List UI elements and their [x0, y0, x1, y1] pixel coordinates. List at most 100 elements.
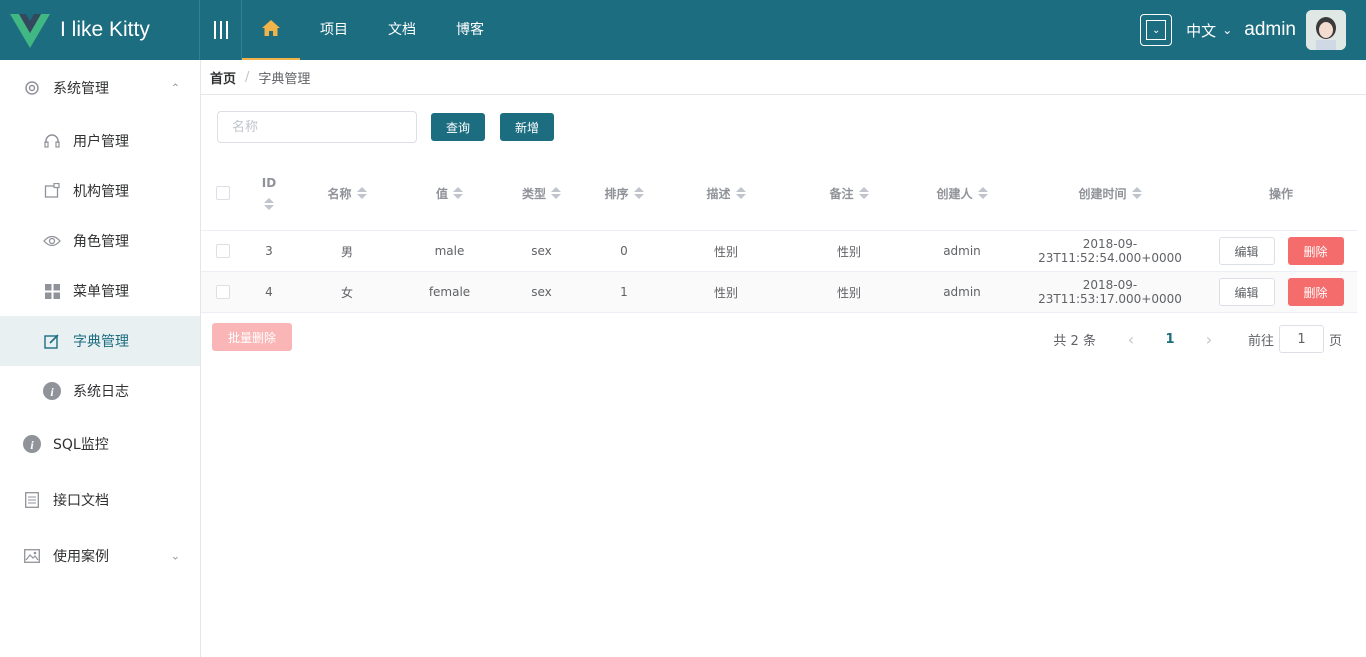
info-icon: i [22, 434, 42, 454]
picture-icon [22, 546, 42, 566]
sort-icon[interactable] [858, 187, 869, 199]
breadcrumb: 首页 / 字典管理 [201, 60, 1366, 95]
gear-icon [22, 78, 42, 98]
cell-sort: 1 [620, 285, 628, 299]
pagination-total: 共 2 条 [1053, 333, 1096, 349]
chevron-right-icon[interactable]: › [1194, 330, 1224, 349]
sort-icon[interactable] [356, 187, 367, 199]
chevron-left-icon[interactable]: ‹ [1116, 330, 1146, 349]
sidebar-item-logs[interactable]: i 系统日志 [0, 366, 200, 416]
sidebar-item-users[interactable]: 用户管理 [0, 116, 200, 166]
cell-sort: 0 [620, 244, 628, 258]
nav-docs[interactable]: 文档 [368, 0, 436, 60]
sort-icon[interactable] [633, 187, 644, 199]
column-header-type[interactable]: 类型 [498, 185, 585, 202]
delete-button[interactable]: 删除 [1287, 237, 1344, 265]
column-header-desc[interactable]: 描述 [663, 185, 789, 202]
logo[interactable]: I like Kitty [0, 0, 200, 60]
sidebar-item-sql[interactable]: i SQL监控 [0, 416, 200, 472]
column-label: 名称 [327, 186, 352, 201]
top-bar: I like Kitty 项目 文档 博客 ⌄ 中文 ⌄ admin [0, 0, 1366, 60]
column-header-creator[interactable]: 创建人 [909, 185, 1015, 202]
sidebar-item-label: SQL监控 [53, 437, 109, 453]
cell-creator: admin [943, 285, 981, 299]
eye-icon [42, 231, 62, 251]
document-icon [22, 490, 42, 510]
nav-home[interactable] [242, 0, 300, 60]
sidebar-item-examples[interactable]: 使用案例 ⌄ [0, 528, 200, 584]
vue-logo-icon [10, 14, 50, 48]
chevron-down-icon: ⌄ [1222, 23, 1233, 37]
cell-name: 男 [340, 244, 353, 259]
edit-icon [42, 331, 62, 351]
column-label: 创建时间 [1078, 186, 1127, 201]
sort-icon[interactable] [264, 198, 274, 210]
column-header-name[interactable]: 名称 [293, 185, 401, 202]
sidebar-item-dict[interactable]: 字典管理 [0, 316, 200, 366]
edit-button[interactable]: 编辑 [1218, 278, 1275, 306]
sort-icon[interactable] [453, 187, 463, 199]
search-input[interactable] [217, 111, 417, 143]
select-all-checkbox[interactable] [216, 186, 230, 200]
table-row[interactable]: 3 男 male sex 0 性别 性别 admin 2018-09-23T11… [201, 231, 1357, 272]
cell-name: 女 [340, 285, 353, 300]
column-header-sort[interactable]: 排序 [585, 185, 663, 202]
sort-icon[interactable] [735, 187, 746, 199]
row-checkbox[interactable] [216, 244, 230, 258]
pagination: 共 2 条 ‹ 1 › 前往 页 [1053, 325, 1342, 353]
breadcrumb-home[interactable]: 首页 [210, 68, 236, 87]
sort-icon[interactable] [977, 187, 988, 199]
page-number[interactable]: 1 [1146, 332, 1194, 347]
cell-id: 4 [265, 285, 273, 299]
column-label: 操作 [1268, 186, 1293, 201]
top-nav: 项目 文档 博客 [242, 0, 504, 60]
sidebar-item-label: 机构管理 [73, 184, 129, 200]
avatar[interactable] [1306, 10, 1346, 50]
query-button[interactable]: 查询 [431, 113, 486, 141]
cell-time: 2018-09-23T11:53:17.000+0000 [1038, 278, 1182, 306]
nav-project[interactable]: 项目 [300, 0, 368, 60]
column-header-remark[interactable]: 备注 [789, 185, 909, 202]
sidebar-item-label: 使用案例 [53, 549, 109, 565]
sidebar-item-org[interactable]: 机构管理 [0, 166, 200, 216]
delete-button[interactable]: 删除 [1287, 278, 1344, 306]
user-name[interactable]: admin [1244, 19, 1296, 41]
sidebar-item-label: 系统日志 [73, 384, 129, 400]
sidebar-item-system[interactable]: 系统管理 ⌃ [0, 60, 200, 116]
column-header-time[interactable]: 创建时间 [1015, 185, 1205, 202]
cell-remark: 性别 [836, 285, 861, 300]
cell-value: female [428, 285, 471, 299]
column-header-value[interactable]: 值 [401, 185, 498, 202]
sort-icon[interactable] [551, 187, 561, 199]
sidebar-item-label: 用户管理 [73, 134, 129, 150]
toolbar: 查询 新增 [217, 111, 555, 143]
add-button[interactable]: 新增 [500, 113, 555, 141]
sidebar-item-roles[interactable]: 角色管理 [0, 216, 200, 266]
app-title: I like Kitty [60, 18, 150, 41]
chevron-up-icon: ⌃ [170, 81, 180, 95]
collapse-sidebar-button[interactable] [200, 0, 242, 60]
sidebar-item-label: 字典管理 [73, 334, 129, 350]
cell-value: male [434, 244, 465, 258]
goto-page-input[interactable] [1278, 325, 1324, 353]
cell-desc: 性别 [713, 244, 738, 259]
row-checkbox[interactable] [216, 285, 230, 299]
sidebar-item-menus[interactable]: 菜单管理 [0, 266, 200, 316]
sidebar-item-label: 菜单管理 [73, 284, 129, 300]
info-icon: i [42, 381, 62, 401]
column-label: 类型 [521, 186, 546, 201]
column-label: 创建人 [936, 186, 973, 201]
sidebar-item-api-docs[interactable]: 接口文档 [0, 472, 200, 528]
table-row[interactable]: 4 女 female sex 1 性别 性别 admin 2018-09-23T… [201, 272, 1357, 313]
column-header-id[interactable]: ID [245, 176, 293, 210]
sort-icon[interactable] [1131, 187, 1142, 199]
language-dropdown[interactable]: 中文 ⌄ [1186, 20, 1232, 41]
column-header-ops: 操作 [1205, 185, 1357, 202]
column-label: 值 [435, 186, 448, 201]
edit-button[interactable]: 编辑 [1218, 237, 1275, 265]
batch-delete-button[interactable]: 批量删除 [212, 323, 292, 351]
nav-blog[interactable]: 博客 [436, 0, 504, 60]
goto-suffix: 页 [1328, 333, 1342, 349]
theme-picker-button[interactable]: ⌄ [1140, 14, 1173, 46]
org-icon [42, 181, 62, 201]
